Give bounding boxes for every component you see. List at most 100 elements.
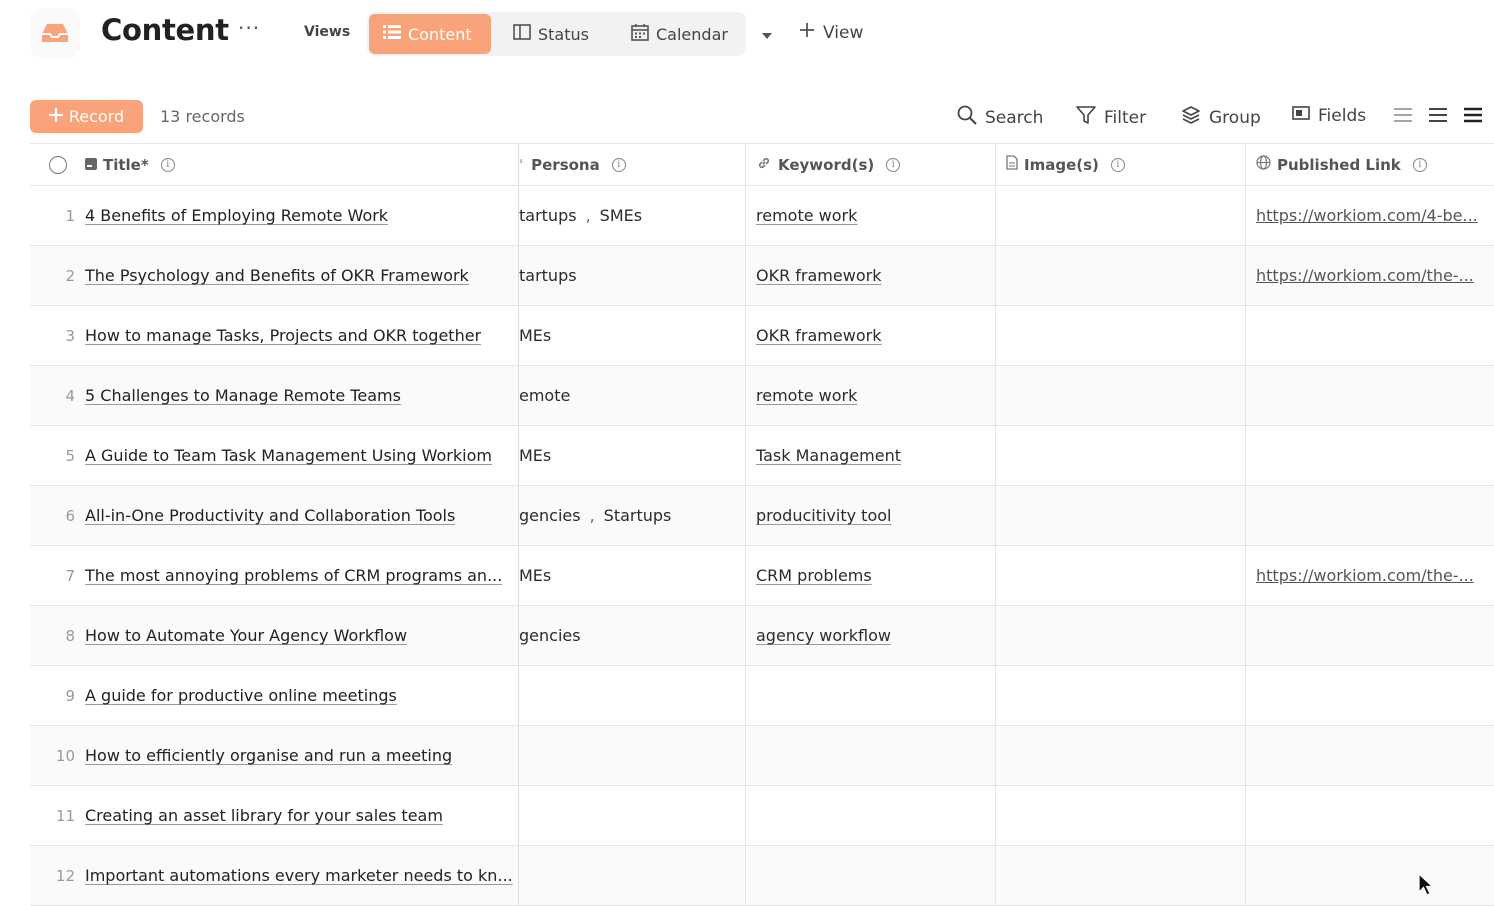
title-cell[interactable]: The most annoying problems of CRM progra…: [85, 546, 518, 605]
table-row[interactable]: 12 Important automations every marketer …: [30, 846, 1494, 906]
info-icon[interactable]: i: [1412, 157, 1427, 172]
table-row[interactable]: 5 A Guide to Team Task Management Using …: [30, 426, 1494, 486]
table-row[interactable]: 3 How to manage Tasks, Projects and OKR …: [30, 306, 1494, 366]
keyword-cell[interactable]: [745, 786, 995, 845]
title-text[interactable]: 4 Benefits of Employing Remote Work: [85, 206, 388, 225]
image-cell[interactable]: [995, 786, 1245, 845]
persona-cell[interactable]: gencies, Startups: [518, 486, 745, 545]
published-link[interactable]: https://workiom.com/the-...: [1256, 266, 1474, 285]
table-row[interactable]: 6 All-in-One Productivity and Collaborat…: [30, 486, 1494, 546]
keyword-cell[interactable]: agency workflow: [745, 606, 995, 665]
title-cell[interactable]: All-in-One Productivity and Collaboratio…: [85, 486, 518, 545]
column-header-title[interactable]: Title* i: [85, 144, 518, 185]
keyword-text[interactable]: CRM problems: [756, 566, 872, 585]
title-text[interactable]: A guide for productive online meetings: [85, 686, 397, 705]
published-link-cell[interactable]: [1245, 366, 1494, 425]
table-row[interactable]: 11 Creating an asset library for your sa…: [30, 786, 1494, 846]
persona-cell[interactable]: emote: [518, 366, 745, 425]
published-link-cell[interactable]: [1245, 666, 1494, 725]
persona-cell[interactable]: tartups, SMEs: [518, 186, 745, 245]
published-link-cell[interactable]: [1245, 486, 1494, 545]
keyword-text[interactable]: agency workflow: [756, 626, 891, 645]
chevron-down-icon[interactable]: [760, 26, 774, 45]
table-row[interactable]: 8 How to Automate Your Agency Workflow g…: [30, 606, 1494, 666]
persona-cell[interactable]: MEs: [518, 546, 745, 605]
column-header-persona[interactable]: ' Persona i: [518, 144, 745, 185]
image-cell[interactable]: [995, 546, 1245, 605]
keyword-cell[interactable]: OKR framework: [745, 246, 995, 305]
persona-tag[interactable]: MEs: [519, 326, 551, 345]
image-cell[interactable]: [995, 186, 1245, 245]
persona-tag[interactable]: tartups: [519, 206, 577, 225]
keyword-cell[interactable]: [745, 666, 995, 725]
persona-tag[interactable]: gencies: [519, 506, 581, 525]
keyword-cell[interactable]: Task Management: [745, 426, 995, 485]
inbox-app-icon[interactable]: [30, 8, 80, 58]
info-icon[interactable]: i: [611, 157, 626, 172]
persona-tag[interactable]: MEs: [519, 446, 551, 465]
persona-cell[interactable]: MEs: [518, 306, 745, 365]
persona-cell[interactable]: [518, 786, 745, 845]
density-medium-icon[interactable]: [1429, 107, 1447, 127]
image-cell[interactable]: [995, 486, 1245, 545]
keyword-text[interactable]: OKR framework: [756, 266, 881, 285]
select-all-checkbox-cell[interactable]: [30, 144, 85, 185]
published-link[interactable]: https://workiom.com/the-...: [1256, 566, 1474, 585]
add-record-button[interactable]: Record: [30, 100, 143, 133]
table-row[interactable]: 4 5 Challenges to Manage Remote Teams em…: [30, 366, 1494, 426]
persona-tag[interactable]: MEs: [519, 566, 551, 585]
published-link-cell[interactable]: [1245, 846, 1494, 905]
persona-tag[interactable]: Startups: [604, 506, 672, 525]
title-cell[interactable]: How to Automate Your Agency Workflow: [85, 606, 518, 665]
tab-calendar[interactable]: Calendar: [617, 14, 741, 54]
persona-tag[interactable]: gencies: [519, 626, 581, 645]
title-text[interactable]: The most annoying problems of CRM progra…: [85, 566, 502, 585]
persona-cell[interactable]: [518, 846, 745, 905]
title-cell[interactable]: How to manage Tasks, Projects and OKR to…: [85, 306, 518, 365]
published-link-cell[interactable]: [1245, 426, 1494, 485]
add-view-button[interactable]: View: [799, 22, 863, 43]
title-text[interactable]: Creating an asset library for your sales…: [85, 806, 443, 825]
keyword-cell[interactable]: remote work: [745, 366, 995, 425]
tab-content[interactable]: Content: [369, 14, 491, 54]
keyword-cell[interactable]: [745, 726, 995, 785]
title-cell[interactable]: A guide for productive online meetings: [85, 666, 518, 725]
published-link-cell[interactable]: https://workiom.com/the-...: [1245, 546, 1494, 605]
persona-cell[interactable]: MEs: [518, 426, 745, 485]
title-text[interactable]: The Psychology and Benefits of OKR Frame…: [85, 266, 469, 285]
published-link-cell[interactable]: [1245, 786, 1494, 845]
keyword-text[interactable]: remote work: [756, 206, 857, 225]
title-cell[interactable]: Creating an asset library for your sales…: [85, 786, 518, 845]
title-text[interactable]: 5 Challenges to Manage Remote Teams: [85, 386, 401, 405]
info-icon[interactable]: i: [886, 157, 901, 172]
image-cell[interactable]: [995, 666, 1245, 725]
image-cell[interactable]: [995, 846, 1245, 905]
title-text[interactable]: Important automations every marketer nee…: [85, 866, 513, 885]
persona-cell[interactable]: [518, 726, 745, 785]
keyword-cell[interactable]: remote work: [745, 186, 995, 245]
table-row[interactable]: 2 The Psychology and Benefits of OKR Fra…: [30, 246, 1494, 306]
info-icon[interactable]: i: [160, 157, 175, 172]
published-link-cell[interactable]: https://workiom.com/4-be...: [1245, 186, 1494, 245]
persona-tag[interactable]: emote: [519, 386, 570, 405]
keyword-cell[interactable]: CRM problems: [745, 546, 995, 605]
table-row[interactable]: 10 How to efficiently organise and run a…: [30, 726, 1494, 786]
more-options-icon[interactable]: ···: [238, 16, 260, 40]
keyword-cell[interactable]: producitivity tool: [745, 486, 995, 545]
persona-cell[interactable]: [518, 666, 745, 725]
select-all-checkbox[interactable]: [48, 155, 67, 174]
published-link-cell[interactable]: https://workiom.com/the-...: [1245, 246, 1494, 305]
title-text[interactable]: How to Automate Your Agency Workflow: [85, 626, 407, 645]
published-link-cell[interactable]: [1245, 726, 1494, 785]
table-row[interactable]: 1 4 Benefits of Employing Remote Work ta…: [30, 186, 1494, 246]
persona-tag[interactable]: SMEs: [600, 206, 642, 225]
density-compact-icon[interactable]: [1394, 107, 1412, 127]
title-text[interactable]: How to efficiently organise and run a me…: [85, 746, 452, 765]
title-cell[interactable]: 5 Challenges to Manage Remote Teams: [85, 366, 518, 425]
title-cell[interactable]: Important automations every marketer nee…: [85, 846, 518, 905]
title-cell[interactable]: 4 Benefits of Employing Remote Work: [85, 186, 518, 245]
fields-button[interactable]: Fields: [1292, 105, 1366, 126]
column-header-keyword[interactable]: Keyword(s) i: [745, 144, 995, 185]
views-label[interactable]: Views: [304, 24, 350, 40]
search-button[interactable]: Search: [957, 105, 1043, 130]
